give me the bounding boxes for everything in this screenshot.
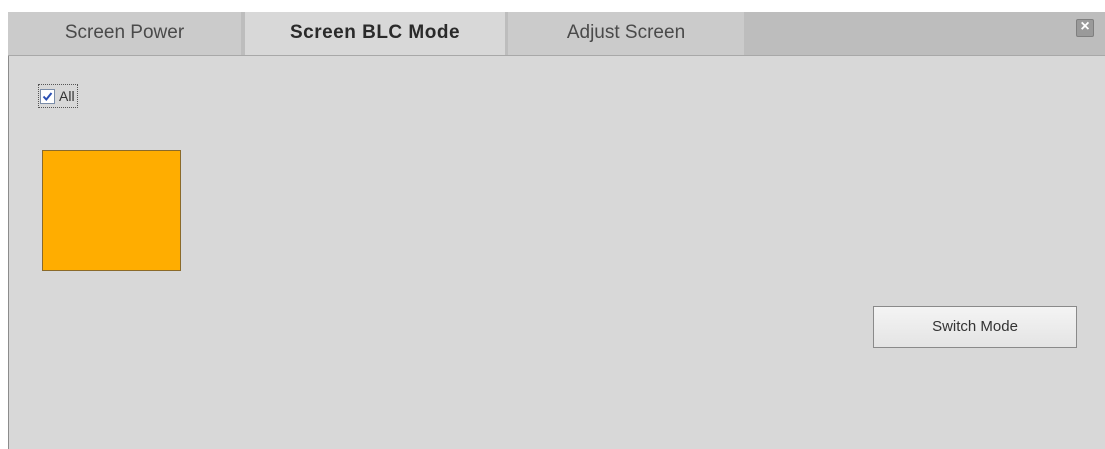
tab-adjust-screen[interactable]: Adjust Screen	[508, 12, 744, 55]
screen-blc-dialog: Screen Power Screen BLC Mode Adjust Scre…	[0, 0, 1105, 449]
tab-bar: Screen Power Screen BLC Mode Adjust Scre…	[8, 12, 1105, 56]
switch-mode-button[interactable]: Switch Mode	[873, 306, 1077, 348]
all-checkbox[interactable]	[40, 88, 55, 104]
all-checkbox-label: All	[59, 88, 75, 104]
close-icon[interactable]: ×	[1076, 19, 1094, 37]
panel-border	[8, 56, 9, 449]
tab-screen-blc-mode[interactable]: Screen BLC Mode	[245, 12, 505, 55]
screen-block-1[interactable]	[42, 150, 181, 271]
tab-screen-power[interactable]: Screen Power	[8, 12, 241, 55]
all-checkbox-group[interactable]: All	[38, 84, 78, 108]
checkmark-icon	[42, 91, 53, 101]
